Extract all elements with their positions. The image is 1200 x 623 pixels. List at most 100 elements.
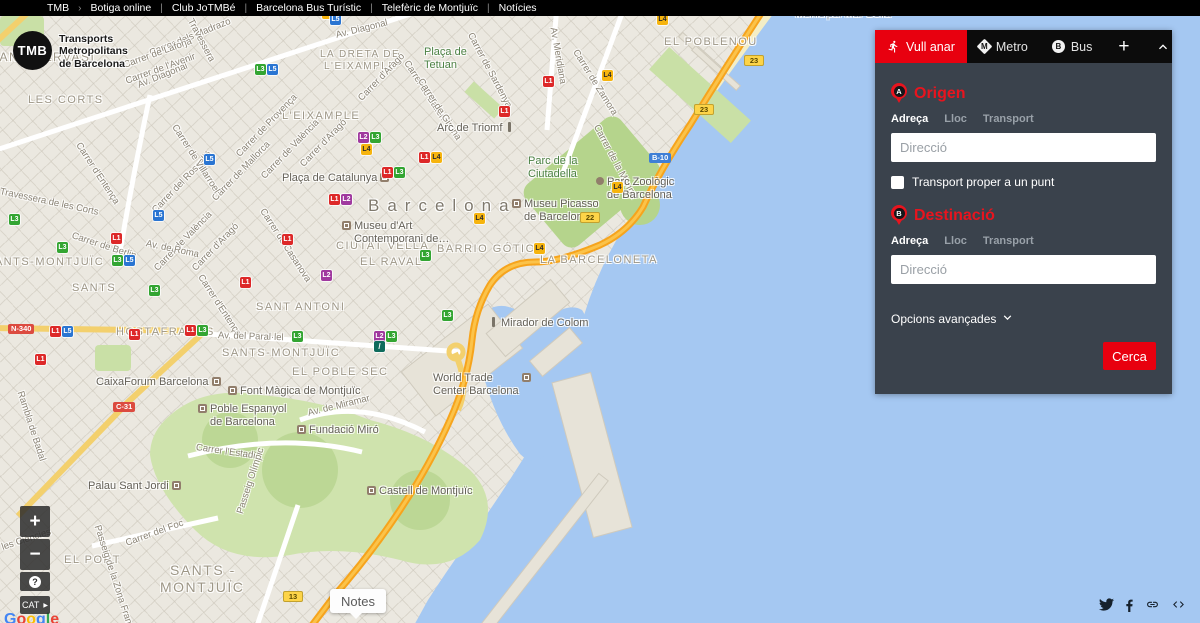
origin-address-input[interactable] <box>891 133 1156 162</box>
nav-item-not-cies[interactable]: Notícies <box>499 2 537 14</box>
badge-22: 22 <box>580 212 600 223</box>
area-label: SANTS - <box>170 562 236 578</box>
badge-l4: L4 <box>431 152 442 163</box>
transport-near-point-row[interactable]: Transport proper a un punt <box>891 175 1156 189</box>
top-nav: TMB›Botiga online|Club JoTMBé|Barcelona … <box>0 0 1200 16</box>
nav-separator: | <box>370 3 373 14</box>
map-tooltip-notes: Notes <box>330 589 386 613</box>
destination-tab-transport[interactable]: Transport <box>983 235 1034 247</box>
nav-item-telef-ric-de-montju-c[interactable]: Telefèric de Montjuïc <box>382 2 478 14</box>
badge-l1: L1 <box>382 167 393 178</box>
origin-section-header: A Origen <box>891 83 1156 104</box>
language-button[interactable]: CAT▶ <box>20 596 50 614</box>
nav-item-botiga-online[interactable]: Botiga online <box>91 2 152 14</box>
badge-l1: L1 <box>240 277 251 288</box>
facebook-share-icon[interactable] <box>1125 598 1134 612</box>
origin-tab-adre-a[interactable]: Adreça <box>891 113 928 125</box>
poi-label: Plaça deTetuan <box>424 46 467 71</box>
badge-l3: L3 <box>149 285 160 296</box>
area-label: BARRIO GÓTICO <box>437 243 545 255</box>
area-label: LES CORTS <box>28 94 104 106</box>
zoom-out-button[interactable]: − <box>20 539 50 570</box>
badge-b-10: B-10 <box>649 153 671 163</box>
tab-add[interactable]: + <box>1104 30 1143 63</box>
nav-separator: | <box>487 3 490 14</box>
badge-l1: L1 <box>35 354 46 365</box>
badge-23: 23 <box>694 104 714 115</box>
destination-address-input[interactable] <box>891 255 1156 284</box>
castle-icon <box>367 486 376 495</box>
app-root: SANT GERVASILES CORTSLA DRETA DEL'EIXAMP… <box>0 0 1200 623</box>
badge-l4: L4 <box>612 182 623 193</box>
tab-bus[interactable]: BBus <box>1040 30 1105 63</box>
badge-l1: L1 <box>543 76 554 87</box>
area-label: MONTJUÏC <box>160 579 244 595</box>
badge-l3: L3 <box>370 132 381 143</box>
search-button[interactable]: Cerca <box>1103 342 1156 370</box>
nav-separator: | <box>160 3 163 14</box>
embed-share-icon[interactable] <box>1171 598 1186 612</box>
twitter-share-icon[interactable] <box>1099 598 1114 612</box>
chevron-down-icon <box>1000 310 1015 328</box>
street-label: Carrer de Casanova <box>257 207 313 285</box>
tab-vull-anar[interactable]: Vull anar <box>875 30 967 63</box>
nav-item-barcelona-bus-tur-stic[interactable]: Barcelona Bus Turístic <box>256 2 361 14</box>
badge-l4: L4 <box>534 243 545 254</box>
badge-l1: L1 <box>329 194 340 205</box>
tab-metro[interactable]: MMetro <box>967 30 1040 63</box>
poi-label: Fundació Miró <box>297 424 379 437</box>
zoom-in-button[interactable]: + <box>20 506 50 537</box>
poi-label: Font Màgica de Montjuïc <box>228 385 360 398</box>
badge-23: 23 <box>744 55 764 66</box>
street-label: Carrer l'Estadi <box>195 442 256 461</box>
transport-near-point-checkbox[interactable] <box>891 176 904 189</box>
area-label: EL POBLE SEC <box>292 366 388 378</box>
badge-l5: L5 <box>204 154 215 165</box>
badge-n-340: N-340 <box>8 324 34 334</box>
destination-subtabs: Adreça Lloc Transport <box>891 235 1156 247</box>
poi-label: Museu d'ArtContemporani de… <box>342 220 449 245</box>
nav-item-tmb[interactable]: TMB <box>47 2 69 14</box>
question-icon: ? <box>29 576 41 588</box>
badge-l3: L3 <box>197 325 208 336</box>
help-button[interactable]: ? <box>20 572 50 591</box>
badge-l5: L5 <box>124 255 135 266</box>
museum-icon <box>342 221 351 230</box>
walk-icon <box>887 39 900 54</box>
paw-icon <box>596 177 604 185</box>
destination-tab-adre-a[interactable]: Adreça <box>891 235 928 247</box>
badge-l5: L5 <box>267 64 278 75</box>
origin-tab-transport[interactable]: Transport <box>983 113 1034 125</box>
badge-l5: L5 <box>62 326 73 337</box>
arrow-right-icon: ▶ <box>43 602 48 609</box>
monument-icon <box>492 317 495 327</box>
collapse-panel-button[interactable] <box>1143 30 1183 63</box>
destination-tab-lloc[interactable]: Lloc <box>944 235 967 247</box>
area-label: SANTS-MONTJUÏC <box>0 256 104 268</box>
poi-label: CaixaForum Barcelona <box>96 376 221 389</box>
tmb-logo[interactable]: TMB TransportsMetropolitansde Barcelona <box>13 31 128 70</box>
badge-l1: L1 <box>499 106 510 117</box>
city-label: Barcelona <box>368 196 517 216</box>
area-label: EL POBLENOU <box>664 36 758 48</box>
social-links <box>1099 598 1186 612</box>
street-label: Rambla de Badal <box>15 390 48 463</box>
bus-icon: B <box>1052 40 1065 53</box>
square-icon <box>172 481 181 490</box>
badge-l1: L1 <box>185 325 196 336</box>
link-share-icon[interactable] <box>1145 598 1160 612</box>
badge-l3: L3 <box>9 214 20 225</box>
poi-label: Plaça de Catalunya <box>282 172 389 185</box>
destination-pin-icon: B <box>891 205 907 226</box>
badge-l4: L4 <box>602 70 613 81</box>
nav-item-club-jotmb[interactable]: Club JoTMBé <box>172 2 236 14</box>
street-label: Carrer de Sardenya <box>465 31 514 110</box>
advanced-options-toggle[interactable]: Opcions avançades <box>891 310 1156 328</box>
planner-tabbar: Vull anarMMetroBBus+ <box>875 30 1172 63</box>
museum-icon <box>228 386 237 395</box>
badge-l3: L3 <box>386 331 397 342</box>
square-icon <box>212 377 221 386</box>
planner-body: A Origen Adreça Lloc Transport Transport p… <box>875 63 1172 394</box>
origin-tab-lloc[interactable]: Lloc <box>944 113 967 125</box>
badge-l3: L3 <box>57 242 68 253</box>
